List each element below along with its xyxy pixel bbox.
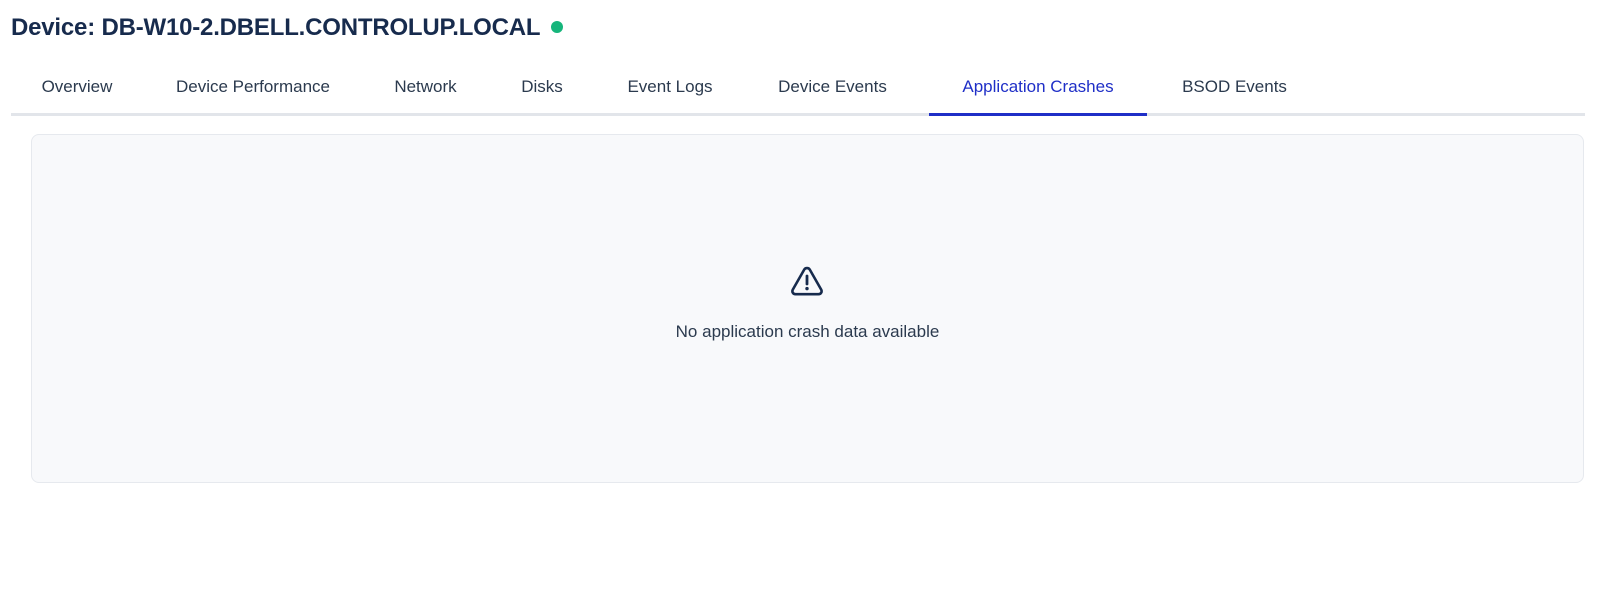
tab-overview[interactable]: Overview [11, 68, 143, 113]
tab-application-crashes[interactable]: Application Crashes [929, 68, 1147, 116]
page-header: Device: DB-W10-2.DBELL.CONTROLUP.LOCAL [11, 11, 564, 45]
tab-bsod-events[interactable]: BSOD Events [1147, 68, 1322, 113]
status-indicator [551, 21, 564, 33]
device-page: Device: DB-W10-2.DBELL.CONTROLUP.LOCAL O… [0, 0, 1600, 610]
warning-triangle-icon [791, 266, 823, 296]
tab-device-events[interactable]: Device Events [744, 68, 921, 113]
tab-device-performance[interactable]: Device Performance [143, 68, 363, 113]
empty-state-panel [31, 134, 1584, 483]
page-title: Device: DB-W10-2.DBELL.CONTROLUP.LOCAL [11, 14, 541, 41]
tab-bar: Overview Device Performance Network Disk… [11, 68, 1585, 116]
tab-event-logs[interactable]: Event Logs [596, 68, 744, 113]
tab-network[interactable]: Network [363, 68, 488, 113]
tab-disks[interactable]: Disks [488, 68, 596, 113]
empty-state-message: No application crash data available [675, 322, 940, 341]
